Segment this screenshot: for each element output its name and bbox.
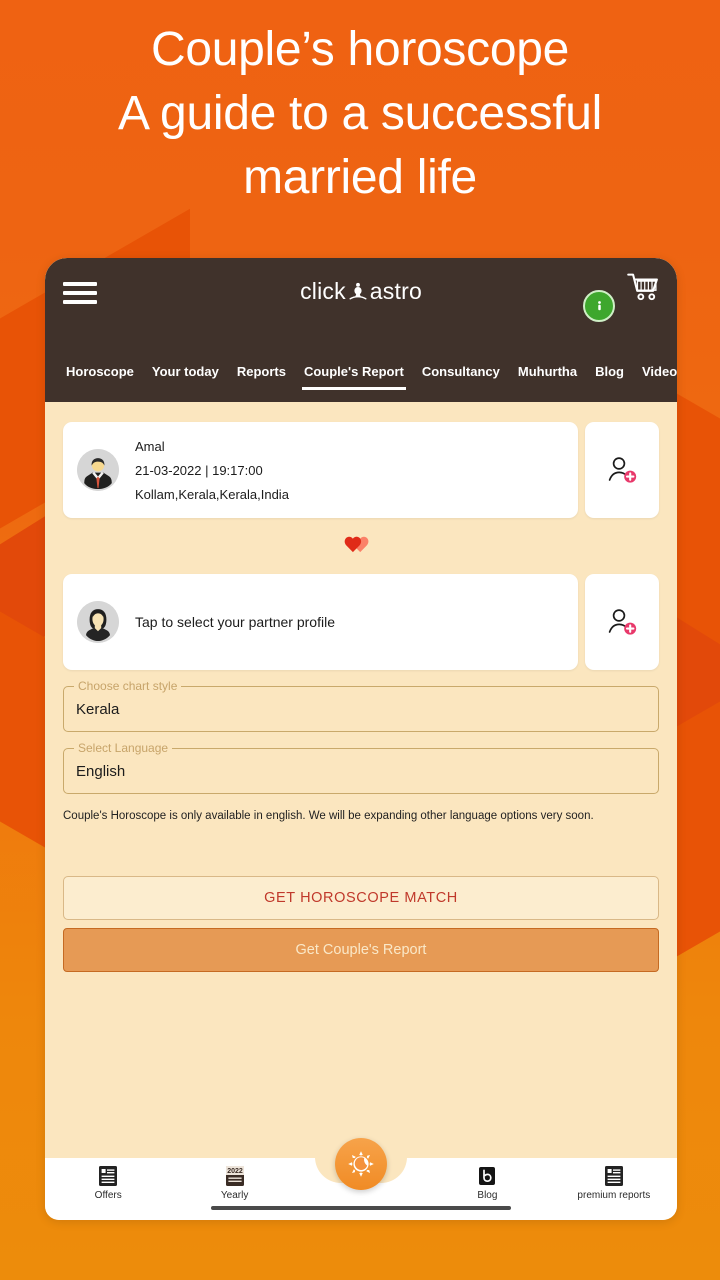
male-avatar [77, 449, 119, 491]
add-self-profile-button[interactable] [585, 422, 659, 518]
app-screenshot: Couple’s horoscope A guide to a successf… [0, 0, 720, 1280]
bottom-nav-item-yearly[interactable]: 2022 Yearly [171, 1158, 297, 1201]
nav-tab-your-today[interactable]: Your today [143, 356, 228, 382]
nav-tab-horoscope[interactable]: Horoscope [57, 356, 143, 382]
nav-tab-muhurtha[interactable]: Muhurtha [509, 356, 586, 382]
astro-figure-icon [347, 281, 369, 303]
language-helper-text: Couple's Horoscope is only available in … [63, 810, 594, 822]
promo-headline: Couple’s horoscope A guide to a successf… [0, 18, 720, 210]
chart-style-value: Kerala [76, 700, 120, 718]
bottom-nav-item-premium-reports[interactable]: premium reports [551, 1158, 677, 1201]
get-horoscope-match-button[interactable]: GET HOROSCOPE MATCH [63, 876, 659, 920]
bottom-nav-label: Blog [477, 1190, 498, 1201]
info-badge[interactable] [583, 290, 615, 322]
list-document-icon [604, 1165, 624, 1187]
profile-datetime: 21-03-2022 | 19:17:00 [135, 462, 263, 478]
nav-tab-videos[interactable]: Videos [633, 356, 677, 382]
svg-text:2022: 2022 [227, 1168, 243, 1175]
get-couples-report-button[interactable]: Get Couple's Report [63, 928, 659, 972]
app-logo[interactable]: click astro [45, 278, 677, 305]
self-profile-card[interactable]: Amal 21-03-2022 | 19:17:00 Kollam,Kerala… [63, 422, 578, 518]
system-gesture-bar [211, 1206, 511, 1210]
sun-moon-fab-button[interactable] [335, 1138, 387, 1190]
calendar-2022-icon: 2022 [225, 1165, 245, 1187]
headline-line-1: Couple’s horoscope [151, 23, 569, 76]
bottom-nav-label: Yearly [220, 1190, 249, 1201]
two-hearts-icon [63, 518, 659, 574]
self-profile-row: Amal 21-03-2022 | 19:17:00 Kollam,Kerala… [63, 422, 659, 518]
female-avatar [77, 601, 119, 643]
partner-profile-row: Tap to select your partner profile [63, 574, 659, 670]
nav-tab-bar[interactable]: Horoscope Your today Reports Couple's Re… [45, 356, 677, 402]
app-bar: click astro [45, 258, 677, 356]
chart-style-label: Choose chart style [74, 679, 182, 693]
nav-tab-consultancy[interactable]: Consultancy [413, 356, 509, 382]
profile-name: Amal [135, 438, 165, 454]
partner-placeholder-text: Tap to select your partner profile [135, 614, 335, 630]
self-profile-details: Amal 21-03-2022 | 19:17:00 Kollam,Kerala… [135, 439, 289, 502]
profile-place: Kollam,Kerala,Kerala,India [135, 486, 289, 502]
blog-b-icon [477, 1165, 497, 1187]
bottom-nav-item-offers[interactable]: Offers [45, 1158, 171, 1201]
sun-moon-icon [348, 1151, 374, 1177]
main-content: Amal 21-03-2022 | 19:17:00 Kollam,Kerala… [45, 402, 677, 1220]
add-person-icon [608, 609, 637, 635]
logo-text-suffix: astro [369, 278, 422, 304]
headline-line-3: married life [243, 151, 477, 204]
language-value: English [76, 762, 126, 780]
add-partner-profile-button[interactable] [585, 574, 659, 670]
headline-line-2: A guide to a successful [117, 87, 603, 140]
partner-profile-card[interactable]: Tap to select your partner profile [63, 574, 578, 670]
bottom-nav-label: Offers [94, 1190, 122, 1201]
nav-tab-couples-report[interactable]: Couple's Report [295, 356, 413, 390]
add-person-icon [608, 457, 637, 483]
language-field[interactable]: Select Language English [63, 741, 659, 794]
nav-tab-reports[interactable]: Reports [228, 356, 295, 382]
chart-style-field[interactable]: Choose chart style Kerala [63, 679, 659, 732]
list-document-icon [98, 1165, 118, 1187]
language-label: Select Language [74, 741, 173, 755]
shopping-cart-icon[interactable] [627, 272, 661, 304]
app-window: click astro Horoscope Your today Reports… [45, 258, 677, 1220]
bottom-nav-label: premium reports [577, 1190, 651, 1201]
bottom-nav-item-blog[interactable]: Blog [424, 1158, 550, 1201]
nav-tab-blog[interactable]: Blog [586, 356, 633, 382]
logo-text-prefix: click [300, 278, 346, 304]
